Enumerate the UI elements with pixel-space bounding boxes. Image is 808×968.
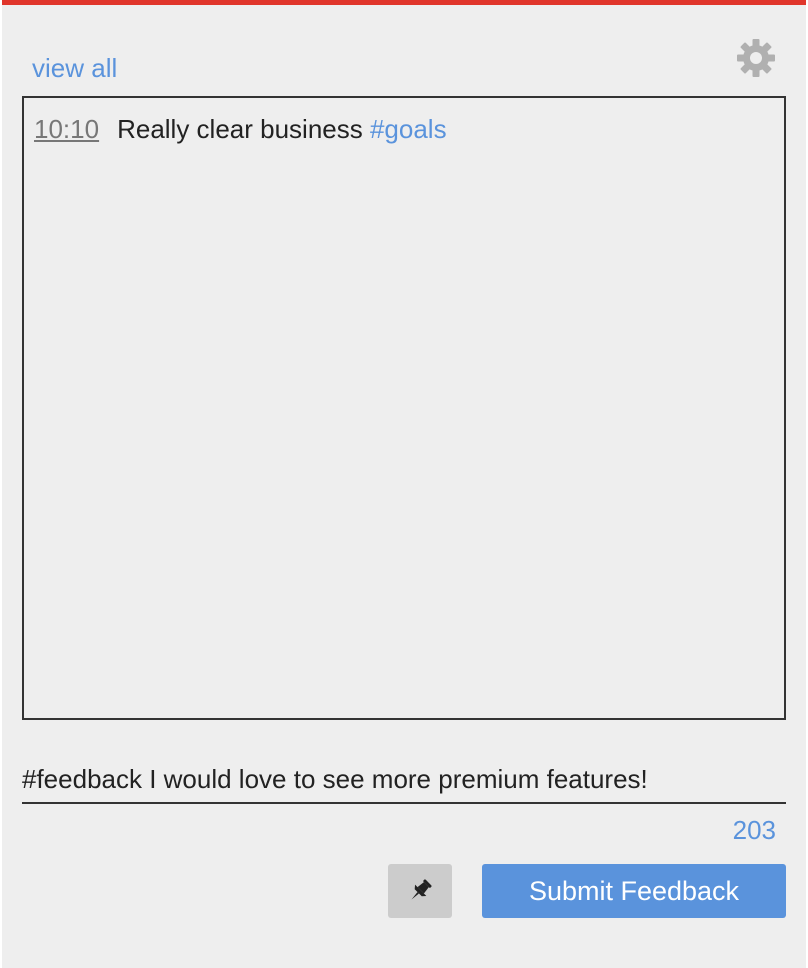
gear-icon[interactable]: [736, 38, 776, 78]
entry-text: Really clear business: [117, 114, 370, 144]
entry-hashtag-link[interactable]: #goals: [370, 114, 447, 144]
feedback-input[interactable]: [22, 756, 786, 804]
feed-entry: 10:10 Really clear business #goals: [34, 112, 447, 146]
character-counter: 203: [732, 815, 776, 845]
pin-button[interactable]: [388, 864, 452, 918]
feedback-feed[interactable]: 10:10 Really clear business #goals: [22, 96, 786, 720]
top-accent-bar: [2, 0, 806, 5]
pin-icon: [405, 876, 435, 906]
view-all-link[interactable]: view all: [32, 50, 117, 86]
feedback-panel: view all 10:10 Really clear business #goa…: [2, 0, 806, 968]
entry-timestamp-link[interactable]: 10:10: [34, 114, 99, 144]
submit-feedback-button[interactable]: Submit Feedback: [482, 864, 786, 918]
